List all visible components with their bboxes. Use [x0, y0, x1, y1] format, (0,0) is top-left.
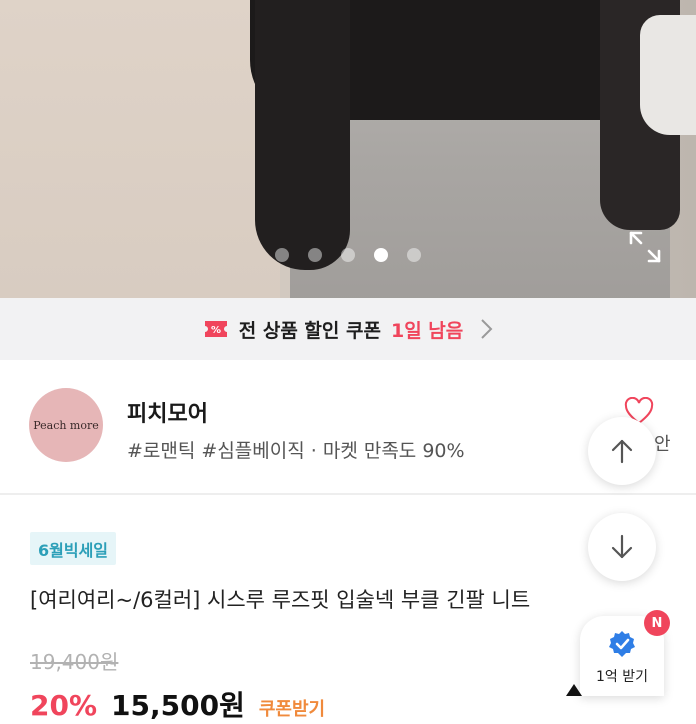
reward-label: 1억 받기	[596, 669, 648, 685]
sale-price: 15,500원	[111, 689, 245, 722]
discount-rate: 20%	[30, 689, 98, 722]
triangle-icon	[566, 684, 582, 696]
shop-section[interactable]: Peach more 피치모어 #로맨틱 #심플베이직 · 마켓 만족도 90%…	[0, 360, 696, 494]
carousel-dot[interactable]	[275, 248, 289, 262]
coupon-text: 전 상품 할인 쿠폰	[238, 319, 381, 342]
arrow-up-icon	[611, 439, 633, 464]
carousel-dot-active[interactable]	[374, 248, 388, 262]
chevron-right-icon	[481, 319, 493, 339]
photo-bag	[640, 15, 696, 135]
new-badge: N	[644, 610, 670, 636]
shop-tags: #로맨틱 #심플베이직 · 마켓 만족도 90%	[127, 440, 465, 462]
sale-badge: 6월빅세일	[30, 532, 117, 565]
scroll-up-button[interactable]	[588, 417, 656, 485]
arrow-down-icon	[611, 534, 633, 559]
shop-name[interactable]: 피치모어	[127, 396, 208, 428]
carousel-dot[interactable]	[341, 248, 355, 262]
carousel-dots	[0, 248, 696, 264]
verified-badge-icon	[609, 631, 635, 657]
product-title: [여리여리~/6컬러] 시스루 루즈핏 입술넥 부클 긴팔 니트	[30, 588, 531, 612]
section-divider	[0, 493, 696, 495]
shop-logo[interactable]: Peach more	[29, 388, 103, 462]
carousel-dot[interactable]	[308, 248, 322, 262]
coupon-ticket-icon: %	[204, 321, 227, 337]
scroll-down-button[interactable]	[588, 513, 656, 581]
shop-like-count: 안	[654, 434, 671, 455]
coupon-banner[interactable]: % 전 상품 할인 쿠폰 1일 남음	[0, 298, 696, 360]
price-row: 20% 15,500원 쿠폰받기	[30, 684, 325, 724]
photo-sleeve-left	[255, 0, 350, 270]
coupon-remaining: 1일 남음	[390, 319, 464, 342]
svg-text:%: %	[211, 325, 221, 336]
coupon-price-tag[interactable]: 쿠폰받기	[259, 695, 325, 721]
carousel-dot[interactable]	[407, 248, 421, 262]
product-image-carousel[interactable]	[0, 0, 696, 298]
expand-icon[interactable]	[628, 230, 662, 264]
original-price: 19,400원	[30, 650, 119, 674]
